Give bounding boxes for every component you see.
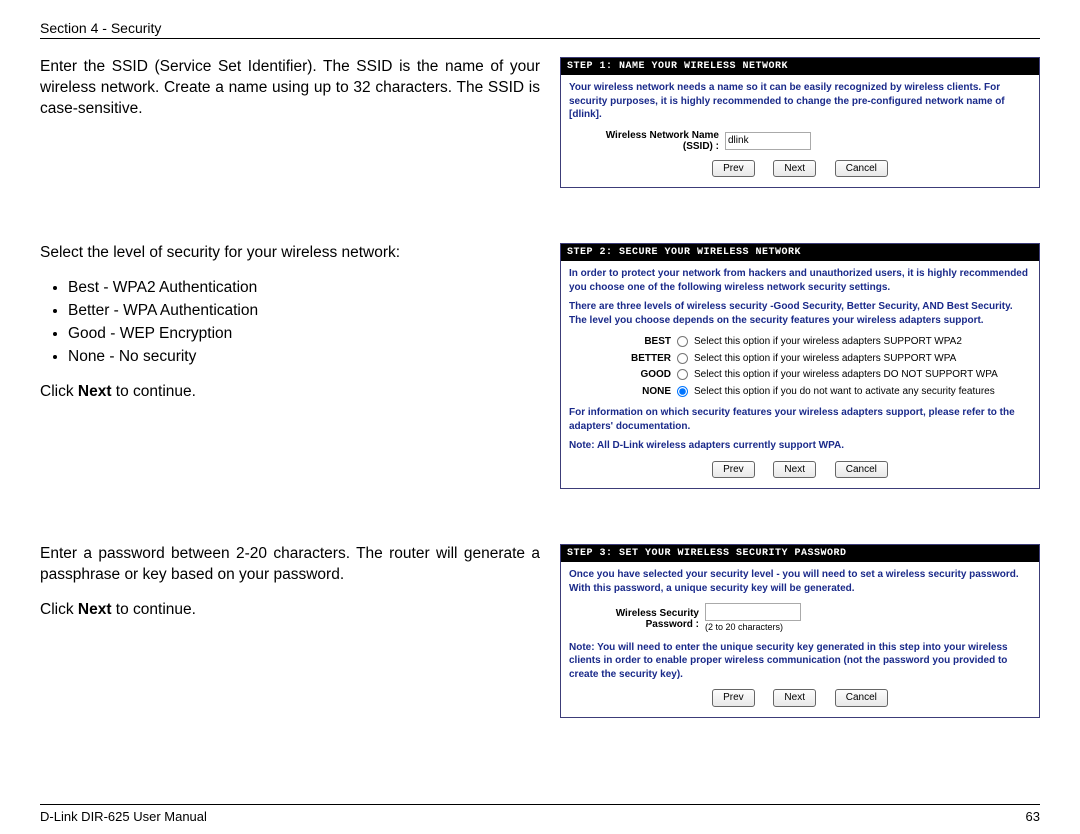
radio-label-best: BEST (629, 335, 671, 349)
password-hint: (2 to 20 characters) (705, 622, 783, 632)
radio-label-none: NONE (629, 385, 671, 399)
step1-desc: Your wireless network needs a name so it… (569, 81, 1031, 122)
panel-step2-title: Step 2: Secure Your Wireless Network (561, 244, 1039, 261)
panel-step3-title: Step 3: Set Your Wireless Security Passw… (561, 545, 1039, 562)
radio-none[interactable] (677, 386, 688, 397)
step3-footnote: Note: You will need to enter the unique … (569, 641, 1031, 682)
step2-desc2: There are three levels of wireless secur… (569, 300, 1031, 327)
panel-step1-title: Step 1: Name Your Wireless Network (561, 58, 1039, 75)
panel-step1: Step 1: Name Your Wireless Network Your … (560, 57, 1040, 188)
list-item: Good - WEP Encryption (68, 324, 540, 345)
cancel-button[interactable]: Cancel (835, 689, 888, 707)
footer-left: D-Link DIR-625 User Manual (40, 809, 207, 824)
radio-desc: Select this option if your wireless adap… (694, 335, 962, 349)
step3-desc: Once you have selected your security lev… (569, 568, 1031, 595)
cancel-button[interactable]: Cancel (835, 160, 888, 178)
prev-button[interactable]: Prev (712, 461, 755, 479)
radio-best[interactable] (677, 336, 688, 347)
ssid-label: Wireless Network Name (SSID) : (589, 130, 719, 152)
prev-button[interactable]: Prev (712, 689, 755, 707)
panel-step2: Step 2: Secure Your Wireless Network In … (560, 243, 1040, 489)
radio-better[interactable] (677, 353, 688, 364)
list-item: Best - WPA2 Authentication (68, 278, 540, 299)
radio-label-good: GOOD (629, 368, 671, 382)
radio-desc: Select this option if your wireless adap… (694, 352, 956, 366)
step2-footnote1: For information on which security featur… (569, 406, 1031, 433)
step2-intro: Select the level of security for your wi… (40, 243, 540, 264)
page-number: 63 (1026, 809, 1040, 824)
prev-button[interactable]: Prev (712, 160, 755, 178)
security-level-list: Best - WPA2 Authentication Better - WPA … (40, 278, 540, 368)
step3-intro: Enter a password between 2-20 characters… (40, 544, 540, 586)
step2-click-next: Click Next to continue. (40, 382, 540, 403)
list-item: None - No security (68, 347, 540, 368)
cancel-button[interactable]: Cancel (835, 461, 888, 479)
radio-good[interactable] (677, 369, 688, 380)
step1-intro: Enter the SSID (Service Set Identifier).… (40, 57, 540, 120)
panel-step3: Step 3: Set Your Wireless Security Passw… (560, 544, 1040, 718)
radio-desc: Select this option if your wireless adap… (694, 368, 998, 382)
ssid-input[interactable] (725, 132, 811, 150)
step2-desc1: In order to protect your network from ha… (569, 267, 1031, 294)
password-input[interactable] (705, 603, 801, 621)
next-button[interactable]: Next (773, 689, 816, 707)
list-item: Better - WPA Authentication (68, 301, 540, 322)
step3-click-next: Click Next to continue. (40, 600, 540, 621)
radio-desc: Select this option if you do not want to… (694, 385, 995, 399)
section-header: Section 4 - Security (40, 20, 1040, 39)
next-button[interactable]: Next (773, 160, 816, 178)
next-button[interactable]: Next (773, 461, 816, 479)
password-label: Wireless Security Password : (569, 608, 699, 630)
step2-footnote2: Note: All D-Link wireless adapters curre… (569, 439, 1031, 453)
radio-label-better: BETTER (629, 352, 671, 366)
